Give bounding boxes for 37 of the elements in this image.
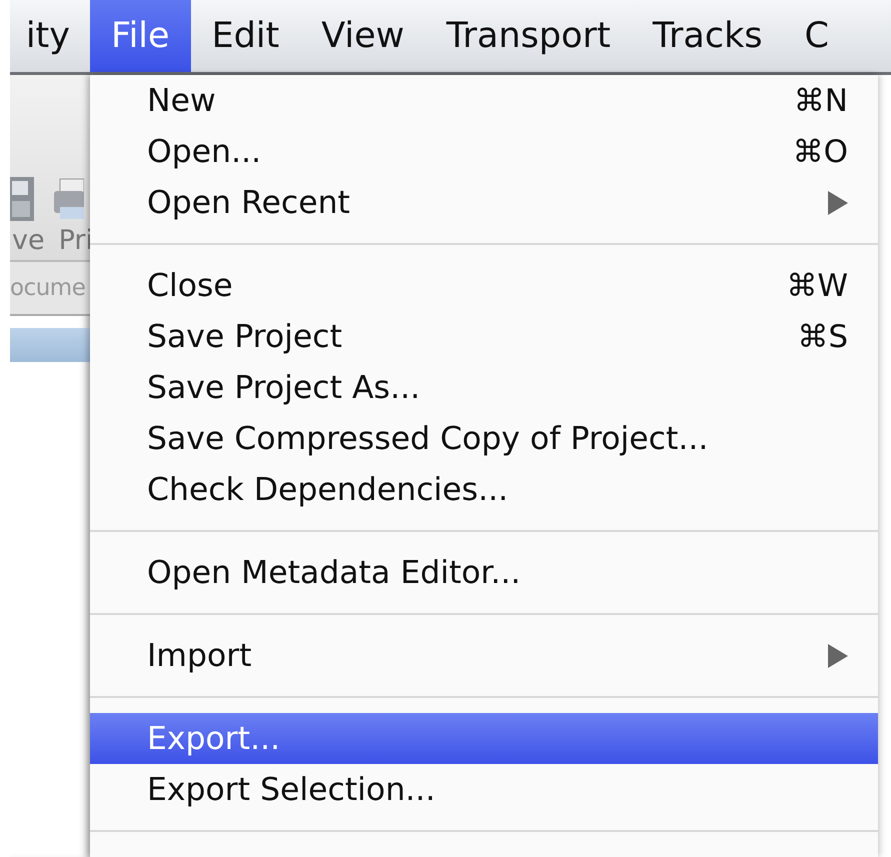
menu-item-label: Export Selection... [147, 772, 436, 808]
menu-item-label: Export... [147, 720, 282, 756]
menu-item[interactable]: Export... [90, 713, 878, 764]
menu-item[interactable]: Check Dependencies... [90, 464, 878, 515]
menu-item-label: Open Metadata Editor... [147, 554, 522, 590]
menu-item[interactable]: Close ⌘W [90, 260, 878, 311]
menu-bar-item[interactable]: File [90, 0, 191, 72]
menu-bar-item[interactable]: Tracks [632, 0, 784, 72]
menu-item-label: Save Project As... [147, 370, 422, 406]
menu-bar-item[interactable]: Transport [425, 0, 632, 72]
menu-item-label: Open Recent [147, 184, 352, 220]
menu-item[interactable]: Open Metadata Editor... [90, 547, 878, 598]
menu-item[interactable]: Save Project ⌘S [90, 311, 878, 362]
menu-item[interactable]: Export Selection... [90, 764, 878, 815]
menu-bar-item[interactable]: C [783, 0, 850, 72]
menu-item[interactable]: Save Project As... [90, 362, 878, 413]
menu-bar-item[interactable]: View [300, 0, 426, 72]
keyboard-shortcut: ⌘O [792, 134, 848, 170]
menu-item-label: Save Compressed Copy of Project... [147, 420, 710, 456]
menu-item-label: New [147, 82, 217, 118]
menu-item-label: Open... [147, 134, 262, 170]
menu-item-label: Close [147, 268, 234, 304]
menu-item[interactable]: Open... ⌘O [90, 126, 878, 177]
menu-item-label: Import [147, 638, 253, 674]
menu-item-label: Check Dependencies... [147, 472, 510, 508]
menu-bar-item[interactable]: ity [10, 0, 90, 72]
menu-item[interactable]: New ⌘N [90, 75, 878, 126]
keyboard-shortcut: ⌘W [786, 268, 848, 304]
menu-item-label: Save Project [147, 318, 344, 354]
toolbar-label: ve [12, 225, 45, 256]
menu-item[interactable]: Import [90, 630, 878, 681]
printer-icon[interactable] [54, 177, 84, 221]
keyboard-shortcut: ⌘N [794, 82, 848, 118]
menu-item[interactable]: Save Compressed Copy of Project... [90, 413, 878, 464]
keyboard-shortcut: ⌘S [797, 318, 848, 354]
menu-bar-item[interactable]: Edit [190, 0, 300, 72]
menu-item[interactable]: Open Recent [90, 177, 878, 228]
